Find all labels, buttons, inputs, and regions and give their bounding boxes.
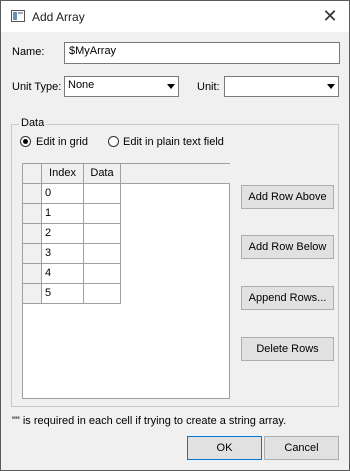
edit-in-text-radio[interactable] xyxy=(108,136,119,147)
close-icon[interactable]: ✕ xyxy=(319,5,341,27)
add-row-below-button[interactable]: Add Row Below xyxy=(241,235,334,259)
row-header[interactable] xyxy=(23,284,42,304)
ok-button[interactable]: OK xyxy=(187,436,262,460)
data-cell[interactable] xyxy=(84,184,121,204)
data-group-label: Data xyxy=(19,117,47,129)
cancel-button[interactable]: Cancel xyxy=(264,436,339,460)
string-array-note: "" is required in each cell if trying to… xyxy=(12,415,287,427)
window-icon xyxy=(11,10,25,22)
index-column-header[interactable]: Index xyxy=(42,164,84,184)
name-input[interactable]: $MyArray xyxy=(64,42,340,64)
edit-in-grid-radio[interactable] xyxy=(20,136,31,147)
index-cell: 3 xyxy=(42,244,84,264)
append-rows-button[interactable]: Append Rows... xyxy=(241,286,334,310)
row-header[interactable] xyxy=(23,184,42,204)
grid-corner-cell xyxy=(23,164,42,184)
index-cell: 1 xyxy=(42,204,84,224)
index-cell: 0 xyxy=(42,184,84,204)
array-grid[interactable]: Index Data 0 1 2 3 4 5 xyxy=(22,163,230,399)
window-title: Add Array xyxy=(32,10,85,24)
row-header[interactable] xyxy=(23,224,42,244)
index-cell: 5 xyxy=(42,284,84,304)
row-header[interactable] xyxy=(23,204,42,224)
unit-type-value: None xyxy=(68,79,95,91)
unit-type-select[interactable]: None xyxy=(64,76,179,97)
name-label: Name: xyxy=(12,46,45,58)
unit-label: Unit: xyxy=(197,81,220,93)
chevron-down-icon xyxy=(327,84,335,89)
add-row-above-button[interactable]: Add Row Above xyxy=(241,185,334,209)
add-array-dialog: Add Array ✕ Name: $MyArray Unit Type: No… xyxy=(0,0,350,471)
data-cell[interactable] xyxy=(84,284,121,304)
data-cell[interactable] xyxy=(84,204,121,224)
title-bar: Add Array ✕ xyxy=(1,1,349,32)
data-column-header[interactable]: Data xyxy=(84,164,121,184)
grid-header-filler xyxy=(121,164,230,184)
row-header[interactable] xyxy=(23,264,42,284)
delete-rows-button[interactable]: Delete Rows xyxy=(241,337,334,361)
row-header[interactable] xyxy=(23,244,42,264)
index-cell: 2 xyxy=(42,224,84,244)
unit-type-label: Unit Type: xyxy=(12,81,62,93)
edit-in-text-label[interactable]: Edit in plain text field xyxy=(123,136,224,148)
chevron-down-icon xyxy=(167,84,175,89)
data-cell[interactable] xyxy=(84,244,121,264)
data-cell[interactable] xyxy=(84,224,121,244)
unit-select[interactable] xyxy=(224,76,339,97)
index-cell: 4 xyxy=(42,264,84,284)
data-cell[interactable] xyxy=(84,264,121,284)
edit-in-grid-label[interactable]: Edit in grid xyxy=(36,136,88,148)
